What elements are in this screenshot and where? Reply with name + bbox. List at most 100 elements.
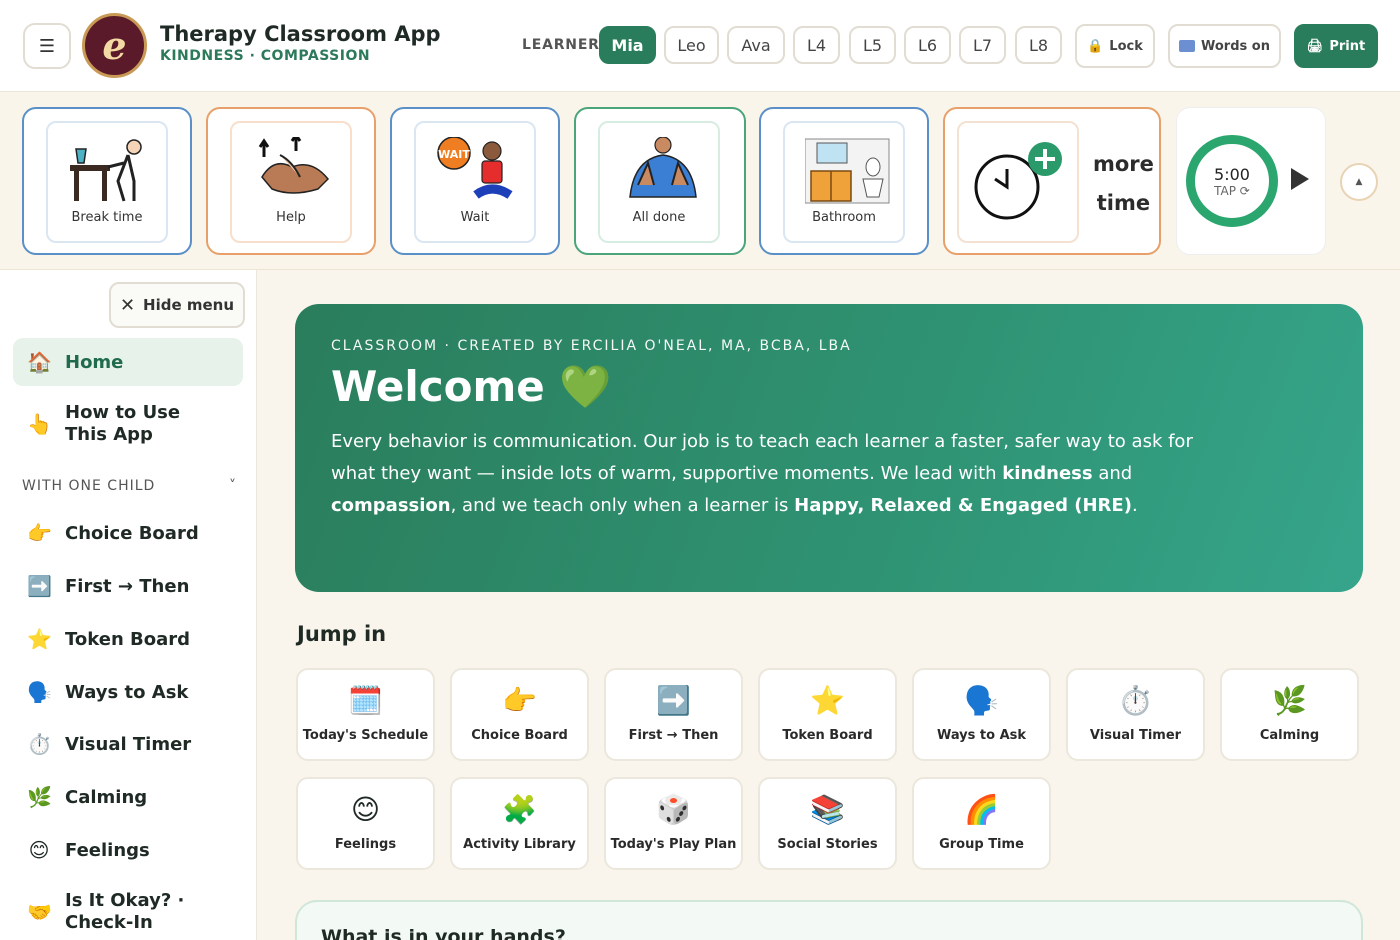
sidebar-item-label: Ways to Ask bbox=[65, 681, 189, 703]
sidebar-item-token-board[interactable]: ⭐ Token Board bbox=[13, 620, 243, 658]
tile-visual-timer[interactable]: ⏱️ Visual Timer bbox=[1066, 668, 1205, 761]
section-with-one-child[interactable]: WITH ONE CHILD ˅ bbox=[22, 478, 237, 494]
words-icon bbox=[1179, 40, 1195, 52]
sidebar-item-check-in[interactable]: 🤝 Is It Okay? · Check-In bbox=[13, 884, 243, 940]
sidebar-item-calming[interactable]: 🌿 Calming bbox=[13, 778, 243, 816]
smiley-icon: 😊 bbox=[28, 838, 50, 862]
quick-card-wait[interactable]: WAIT Wait bbox=[390, 107, 560, 255]
quick-card-bathroom[interactable]: Bathroom bbox=[759, 107, 929, 255]
hero-body: Every behavior is communication. Our job… bbox=[331, 426, 1201, 522]
tile-activity-library[interactable]: 🧩 Activity Library bbox=[450, 777, 589, 870]
tile-todays-schedule[interactable]: 🗓️ Today's Schedule bbox=[296, 668, 435, 761]
hide-menu-label: Hide menu bbox=[143, 296, 235, 314]
tile-group-time[interactable]: 🌈 Group Time bbox=[912, 777, 1051, 870]
sidebar-item-choice-board[interactable]: 👉 Choice Board bbox=[13, 514, 243, 552]
learner-tab-l7[interactable]: L7 bbox=[959, 26, 1006, 64]
bathroom-icon bbox=[805, 138, 890, 204]
tile-label: Feelings bbox=[334, 837, 397, 852]
play-icon[interactable] bbox=[1291, 168, 1309, 190]
star-icon: ⭐ bbox=[27, 627, 52, 651]
quick-card-more-time[interactable]: more time bbox=[943, 107, 1161, 255]
logo-letter: e bbox=[102, 23, 127, 68]
learner-tab-ava[interactable]: Ava bbox=[727, 26, 785, 64]
green-heart-icon: 💚 bbox=[559, 362, 612, 411]
smiley-icon: 😊 bbox=[350, 793, 381, 826]
hero-body-part: . bbox=[1131, 495, 1138, 516]
sidebar-item-label: Home bbox=[65, 351, 124, 373]
visual-timer-widget[interactable]: 5:00 TAP ⟳ bbox=[1176, 107, 1326, 255]
lock-icon: 🔒 bbox=[1087, 38, 1104, 54]
more-time-line-2: time bbox=[1096, 191, 1151, 215]
sidebar: ✕ Hide menu 🏠 Home 👆 How to Use This App… bbox=[0, 270, 257, 940]
speaking-head-icon: 🗣️ bbox=[27, 680, 52, 704]
welcome-hero: CLASSROOM · CREATED BY ERCILIA O'NEAL, M… bbox=[295, 304, 1363, 592]
tile-social-stories[interactable]: 📚 Social Stories bbox=[758, 777, 897, 870]
hide-menu-button[interactable]: ✕ Hide menu bbox=[109, 282, 245, 328]
timer-ring[interactable]: 5:00 TAP ⟳ bbox=[1186, 135, 1278, 227]
quick-cards-strip: Break time Help WAIT Wait All done Bathr… bbox=[0, 92, 1400, 270]
learner-tab-l8[interactable]: L8 bbox=[1015, 26, 1062, 64]
learner-tab-l5[interactable]: L5 bbox=[849, 26, 896, 64]
tile-feelings[interactable]: 😊 Feelings bbox=[296, 777, 435, 870]
sidebar-item-visual-timer[interactable]: ⏱️ Visual Timer bbox=[13, 725, 243, 763]
hero-body-bold: Happy, Relaxed & Engaged (HRE) bbox=[794, 495, 1132, 516]
calendar-icon: 🗓️ bbox=[348, 684, 383, 717]
books-icon: 📚 bbox=[810, 793, 845, 826]
stopwatch-icon: ⏱️ bbox=[1118, 684, 1153, 717]
more-time-line-1: more bbox=[1093, 152, 1154, 176]
learner-label: LEARNER bbox=[522, 37, 600, 53]
main-content: CLASSROOM · CREATED BY ERCILIA O'NEAL, M… bbox=[257, 270, 1400, 940]
speaking-head-icon: 🗣️ bbox=[964, 684, 999, 717]
hero-body-part: , and we teach only when a learner is bbox=[450, 495, 795, 516]
sidebar-item-feelings[interactable]: 😊 Feelings bbox=[13, 831, 243, 869]
tile-label: Token Board bbox=[782, 728, 873, 743]
scroll-up-button[interactable]: ▲ bbox=[1340, 163, 1378, 201]
lock-button[interactable]: 🔒 Lock bbox=[1075, 24, 1155, 68]
tile-todays-play-plan[interactable]: 🎲 Today's Play Plan bbox=[604, 777, 743, 870]
tile-first-then[interactable]: ➡️ First → Then bbox=[604, 668, 743, 761]
learner-tab-mia[interactable]: Mia bbox=[599, 26, 656, 64]
sidebar-item-label: Visual Timer bbox=[65, 733, 192, 755]
words-toggle-button[interactable]: Words on bbox=[1168, 24, 1281, 68]
quick-card-help[interactable]: Help bbox=[206, 107, 376, 255]
sidebar-item-ways-to-ask[interactable]: 🗣️ Ways to Ask bbox=[13, 673, 243, 711]
print-button[interactable]: 🖨 Print bbox=[1294, 24, 1378, 68]
tile-label: Social Stories bbox=[777, 837, 878, 852]
learner-tab-l6[interactable]: L6 bbox=[904, 26, 951, 64]
hands-card: What is in your hands? bbox=[295, 900, 1363, 940]
quick-card-label: Help bbox=[276, 210, 306, 225]
pointing-right-icon: 👉 bbox=[27, 521, 52, 545]
tile-label: Activity Library bbox=[463, 837, 576, 852]
top-bar: ☰ e Therapy Classroom App KINDNESS · COM… bbox=[0, 0, 1400, 92]
break-time-icon bbox=[70, 139, 142, 202]
tile-token-board[interactable]: ⭐ Token Board bbox=[758, 668, 897, 761]
learner-tab-leo[interactable]: Leo bbox=[664, 26, 719, 64]
timer-value: 5:00 bbox=[1214, 164, 1250, 184]
learner-tab-l4[interactable]: L4 bbox=[793, 26, 840, 64]
hamburger-menu-button[interactable]: ☰ bbox=[23, 23, 71, 69]
tile-label: Ways to Ask bbox=[936, 728, 1027, 743]
tile-ways-to-ask[interactable]: 🗣️ Ways to Ask bbox=[912, 668, 1051, 761]
tile-label: Today's Schedule bbox=[302, 728, 429, 743]
sidebar-item-home[interactable]: 🏠 Home bbox=[13, 338, 243, 386]
tile-calming[interactable]: 🌿 Calming bbox=[1220, 668, 1359, 761]
jump-in-title: Jump in bbox=[297, 622, 387, 646]
sidebar-item-label: How to Use This App bbox=[65, 402, 181, 445]
tile-label: Calming bbox=[1259, 728, 1320, 743]
handshake-icon: 🤝 bbox=[27, 900, 52, 924]
pointing-hand-icon: 👆 bbox=[27, 412, 52, 436]
sidebar-item-first-then[interactable]: ➡️ First → Then bbox=[13, 567, 243, 605]
section-label: WITH ONE CHILD bbox=[22, 478, 156, 494]
triangle-up-icon: ▲ bbox=[1355, 177, 1363, 187]
quick-card-break-time[interactable]: Break time bbox=[22, 107, 192, 255]
sidebar-item-how-to-use[interactable]: 👆 How to Use This App bbox=[13, 396, 243, 452]
quick-card-label: Bathroom bbox=[812, 210, 876, 225]
puzzle-piece-icon: 🧩 bbox=[502, 793, 537, 826]
sidebar-item-label: Calming bbox=[65, 786, 148, 808]
tile-choice-board[interactable]: 👉 Choice Board bbox=[450, 668, 589, 761]
print-label: Print bbox=[1329, 38, 1366, 54]
close-icon: ✕ bbox=[119, 294, 136, 316]
quick-card-all-done[interactable]: All done bbox=[574, 107, 746, 255]
chevron-down-icon: ˅ bbox=[229, 478, 237, 494]
tile-label: Choice Board bbox=[471, 728, 568, 743]
